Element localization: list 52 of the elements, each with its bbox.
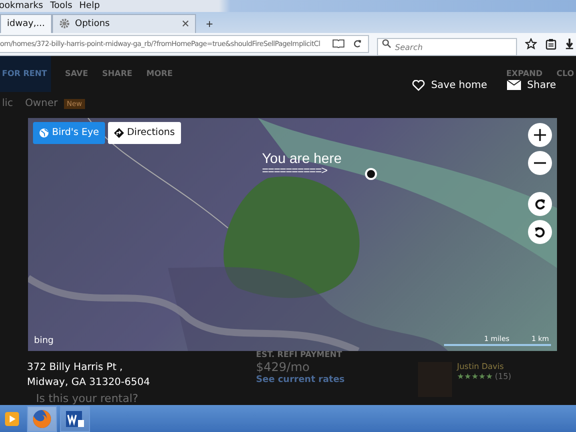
- envelope-icon: [507, 80, 522, 90]
- gear-icon: [59, 18, 70, 30]
- clipboard-icon[interactable]: [545, 38, 557, 50]
- zoom-out-button[interactable]: [528, 150, 552, 175]
- word-taskbar-icon[interactable]: [60, 406, 90, 432]
- tab-title: idway,...: [7, 18, 45, 29]
- page-action-link[interactable]: SAVE: [65, 69, 88, 78]
- zoom-in-button[interactable]: [528, 122, 552, 147]
- directions-icon: [114, 128, 124, 138]
- star-icon[interactable]: [525, 38, 537, 50]
- new-tab-button[interactable]: +: [196, 14, 224, 33]
- birds-eye-button[interactable]: Bird's Eye: [33, 122, 105, 144]
- rental-question: Is this your rental?: [36, 392, 138, 406]
- menu-item[interactable]: Tools: [50, 0, 72, 11]
- star-rating: ★★★★★: [457, 372, 493, 382]
- agent-name[interactable]: Justin Davis: [457, 362, 512, 372]
- rotate-right-button[interactable]: [528, 192, 552, 216]
- page-action-link[interactable]: MORE: [146, 69, 173, 78]
- close-icon[interactable]: [182, 20, 189, 28]
- address-line: Midway, GA 31320-6504: [27, 376, 150, 390]
- heart-icon: [412, 80, 426, 91]
- address-line: 372 Billy Harris Pt ,: [27, 360, 123, 375]
- reader-icon[interactable]: [332, 39, 345, 48]
- rotate-right-icon: [534, 198, 546, 210]
- search-field[interactable]: Search: [377, 38, 517, 56]
- refi-heading: EST. REFI PAYMENT: [256, 350, 344, 360]
- close-link[interactable]: CLO: [556, 69, 574, 78]
- globe-icon: [39, 128, 49, 138]
- map-provider-logo: bing: [34, 336, 54, 346]
- browser-tab[interactable]: Options: [52, 14, 196, 33]
- rotate-left-icon: [534, 226, 546, 238]
- download-icon[interactable]: [565, 38, 574, 50]
- browser-tab[interactable]: idway,...: [0, 14, 52, 33]
- page-action-link[interactable]: SHARE: [102, 69, 132, 78]
- reload-icon[interactable]: [353, 39, 362, 48]
- minus-icon: [533, 162, 547, 164]
- tab-title: Options: [75, 18, 111, 29]
- share-button[interactable]: Share: [507, 80, 556, 91]
- menu-item[interactable]: Help: [79, 0, 100, 11]
- expand-link[interactable]: EXPAND: [506, 69, 543, 78]
- directions-button[interactable]: Directions: [108, 122, 181, 144]
- rates-link[interactable]: See current rates: [256, 375, 418, 386]
- plus-icon: [533, 128, 547, 142]
- save-home-button[interactable]: Save home: [412, 80, 488, 91]
- page-tab[interactable]: lic: [2, 98, 14, 110]
- review-count: (15): [494, 372, 512, 382]
- map-annotation: You are here: [262, 150, 342, 166]
- location-marker-icon: [365, 168, 377, 180]
- annotation-arrow: ==========>: [262, 166, 328, 177]
- page-tab[interactable]: Owner: [25, 98, 58, 110]
- refi-amount: $429/mo: [256, 360, 311, 374]
- listing-type-label: FOR RENT: [0, 56, 51, 92]
